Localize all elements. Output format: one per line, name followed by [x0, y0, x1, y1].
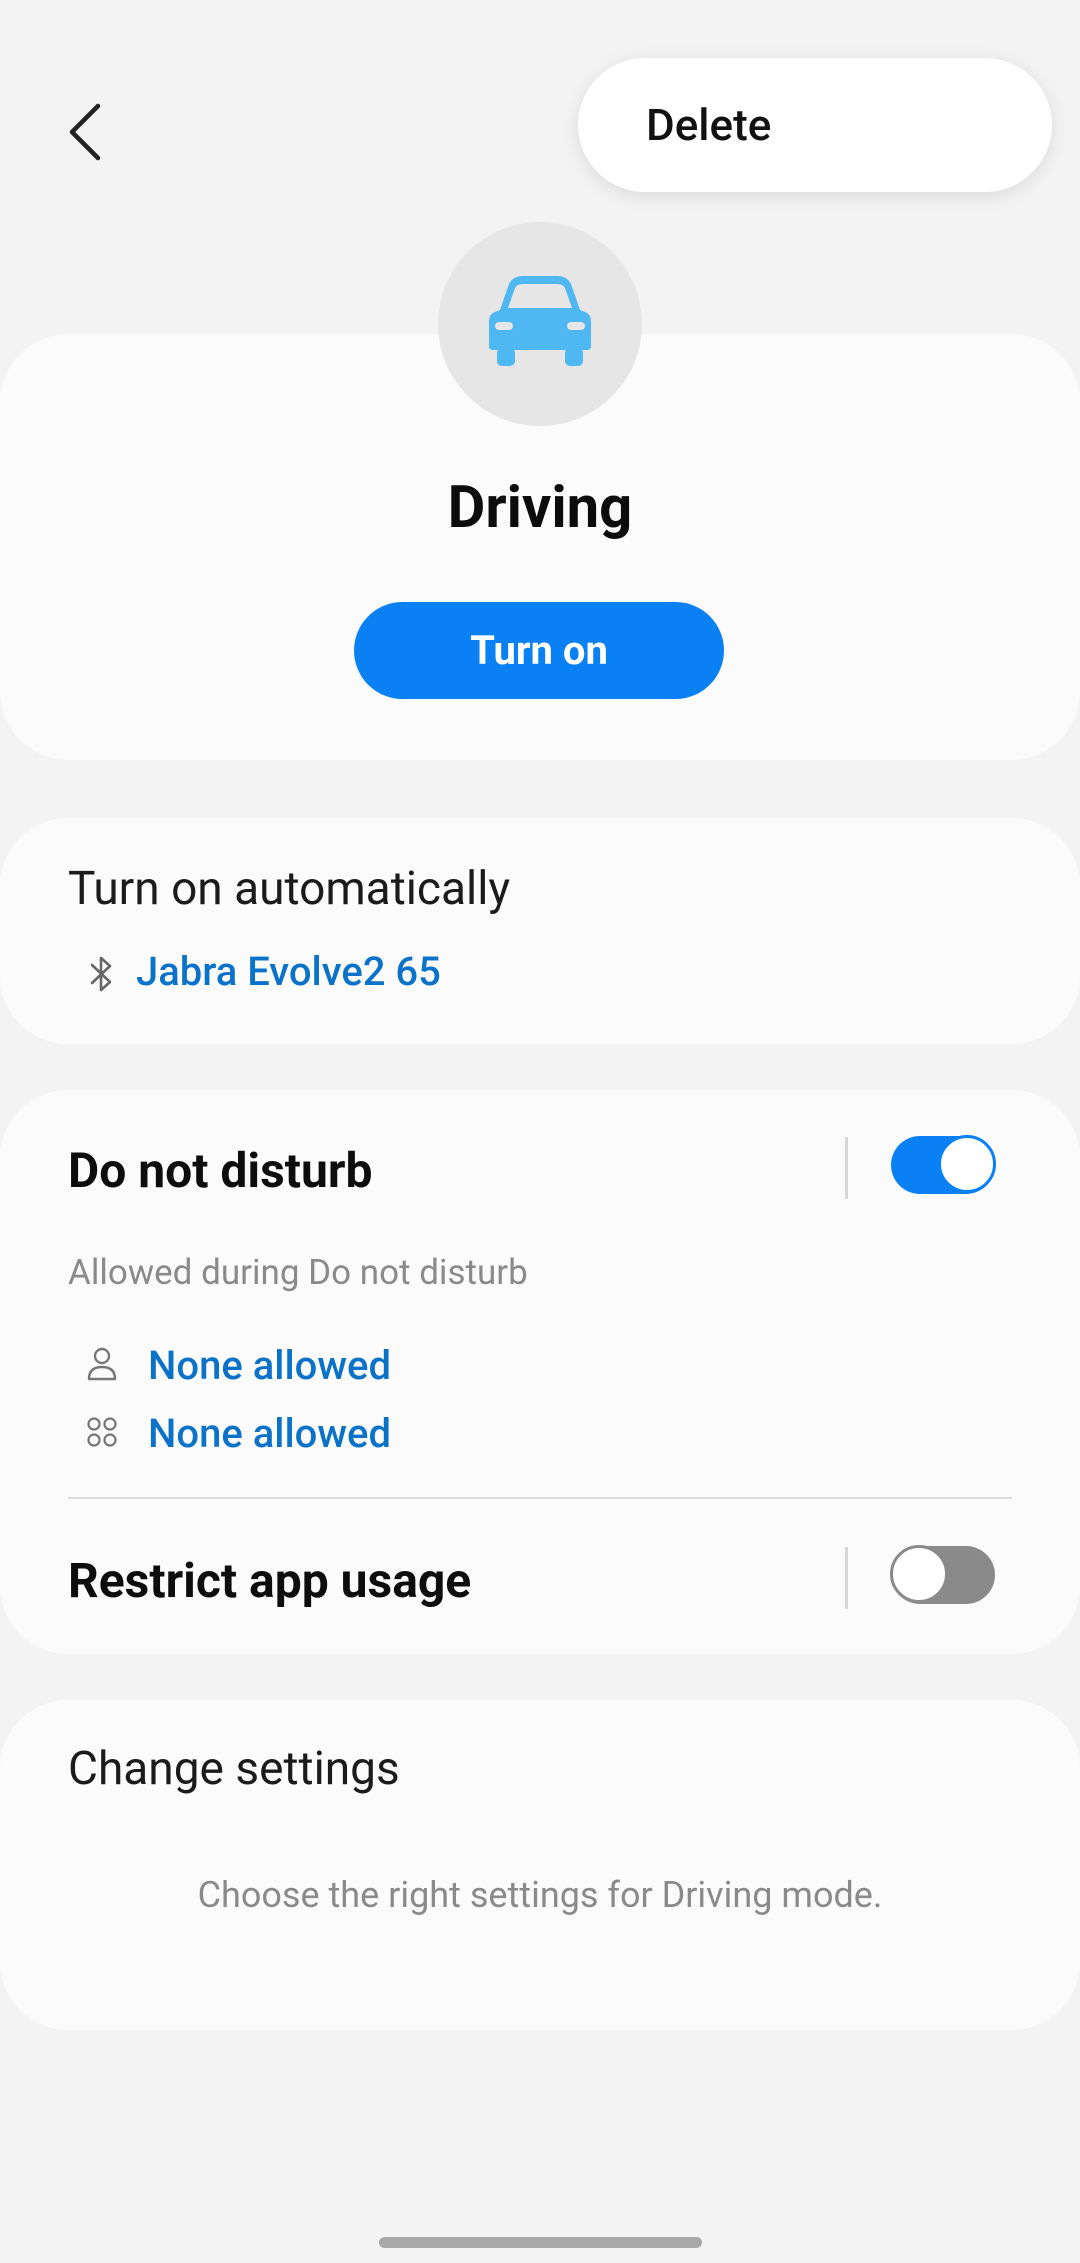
- dnd-subtitle: Allowed during Do not disturb: [68, 1252, 528, 1293]
- change-settings-description: Choose the right settings for Driving mo…: [197, 1874, 883, 1916]
- toggle-knob: [938, 1135, 996, 1193]
- car-icon: [489, 276, 591, 366]
- mode-icon: [438, 222, 642, 426]
- dnd-toggle[interactable]: [891, 1135, 996, 1194]
- section-divider: [68, 1497, 1012, 1499]
- dnd-card: Do not disturb Allowed during Do not dis…: [0, 1090, 1080, 1654]
- dnd-people-value[interactable]: None allowed: [148, 1342, 391, 1389]
- back-button[interactable]: [58, 96, 118, 168]
- restrict-toggle[interactable]: [890, 1545, 995, 1604]
- change-settings-card[interactable]: Change settings Choose the right setting…: [0, 1700, 1080, 2030]
- change-settings-title: Change settings: [68, 1742, 400, 1796]
- chevron-left-icon: [69, 103, 101, 161]
- auto-trigger: Jabra Evolve2 65: [136, 948, 441, 995]
- delete-button[interactable]: Delete: [578, 58, 1052, 192]
- home-indicator[interactable]: [379, 2237, 702, 2248]
- dnd-apps-value[interactable]: None allowed: [148, 1410, 391, 1457]
- divider: [845, 1137, 848, 1199]
- restrict-title[interactable]: Restrict app usage: [68, 1552, 471, 1609]
- auto-card[interactable]: Turn on automatically Jabra Evolve2 65: [0, 818, 1080, 1044]
- delete-label: Delete: [646, 99, 772, 151]
- toggle-knob: [890, 1545, 948, 1603]
- dnd-title[interactable]: Do not disturb: [68, 1142, 372, 1199]
- apps-grid-icon: [86, 1416, 118, 1448]
- person-icon: [86, 1346, 118, 1382]
- turn-on-button[interactable]: Turn on: [354, 602, 724, 699]
- mode-title: Driving: [447, 474, 633, 542]
- divider: [845, 1547, 848, 1609]
- bluetooth-icon: [84, 954, 120, 994]
- auto-title: Turn on automatically: [68, 862, 511, 916]
